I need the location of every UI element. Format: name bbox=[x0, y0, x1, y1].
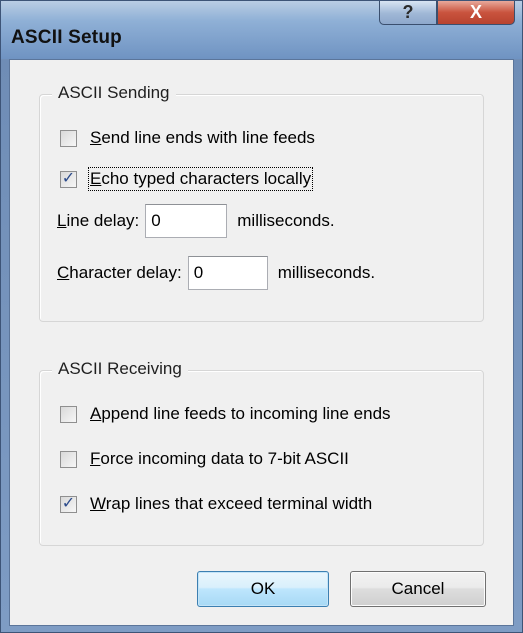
line-delay-row: Line delay: 0 milliseconds. bbox=[57, 204, 335, 238]
character-delay-unit: milliseconds. bbox=[277, 263, 376, 282]
close-button[interactable]: X bbox=[437, 1, 515, 25]
line-delay-input[interactable]: 0 bbox=[145, 204, 228, 238]
send-line-ends-checkbox[interactable]: Send line ends with line feeds bbox=[60, 128, 315, 148]
help-icon: ? bbox=[402, 2, 414, 22]
append-line-feeds-check-icon bbox=[60, 405, 77, 423]
force-7bit-checkbox[interactable]: Force incoming data to 7-bit ASCII bbox=[60, 449, 349, 469]
echo-typed-checkbox[interactable]: Echo typed characters locally bbox=[60, 167, 314, 191]
append-line-feeds-label: Append line feeds to incoming line ends bbox=[90, 404, 391, 423]
dialog-body: ASCII Sending Send line ends with line f… bbox=[9, 59, 514, 626]
ascii-sending-legend: ASCII Sending bbox=[52, 83, 176, 103]
force-7bit-label: Force incoming data to 7-bit ASCII bbox=[90, 449, 349, 468]
echo-typed-label: Echo typed characters locally bbox=[87, 167, 314, 191]
send-line-ends-check-icon bbox=[60, 129, 77, 147]
help-button[interactable]: ? bbox=[379, 1, 437, 25]
ascii-receiving-legend: ASCII Receiving bbox=[52, 359, 188, 379]
append-line-feeds-checkbox[interactable]: Append line feeds to incoming line ends bbox=[60, 404, 391, 424]
wrap-lines-label: Wrap lines that exceed terminal width bbox=[90, 494, 373, 513]
title-bar[interactable]: ASCII Setup ? X bbox=[1, 1, 522, 59]
ok-button[interactable]: OK bbox=[197, 571, 329, 607]
cancel-button-label: Cancel bbox=[391, 579, 445, 598]
echo-typed-check-icon bbox=[60, 170, 77, 188]
character-delay-label: Character delay: bbox=[57, 263, 182, 282]
ok-button-label: OK bbox=[250, 579, 276, 598]
send-line-ends-label: Send line ends with line feeds bbox=[90, 128, 315, 147]
force-7bit-check-icon bbox=[60, 450, 77, 468]
cancel-button[interactable]: Cancel bbox=[350, 571, 486, 607]
character-delay-row: Character delay: 0 milliseconds. bbox=[57, 256, 375, 290]
line-delay-unit: milliseconds. bbox=[237, 211, 335, 230]
wrap-lines-checkbox[interactable]: Wrap lines that exceed terminal width bbox=[60, 494, 372, 514]
ascii-sending-group: ASCII Sending Send line ends with line f… bbox=[39, 83, 484, 322]
close-icon: X bbox=[469, 2, 482, 22]
line-delay-label: Line delay: bbox=[57, 211, 140, 230]
character-delay-input[interactable]: 0 bbox=[187, 256, 268, 290]
ascii-setup-window: ASCII Setup ? X ASCII Sending Send line … bbox=[0, 0, 523, 633]
window-title: ASCII Setup bbox=[11, 27, 122, 48]
wrap-lines-check-icon bbox=[60, 495, 77, 513]
ascii-receiving-group: ASCII Receiving Append line feeds to inc… bbox=[39, 359, 484, 546]
